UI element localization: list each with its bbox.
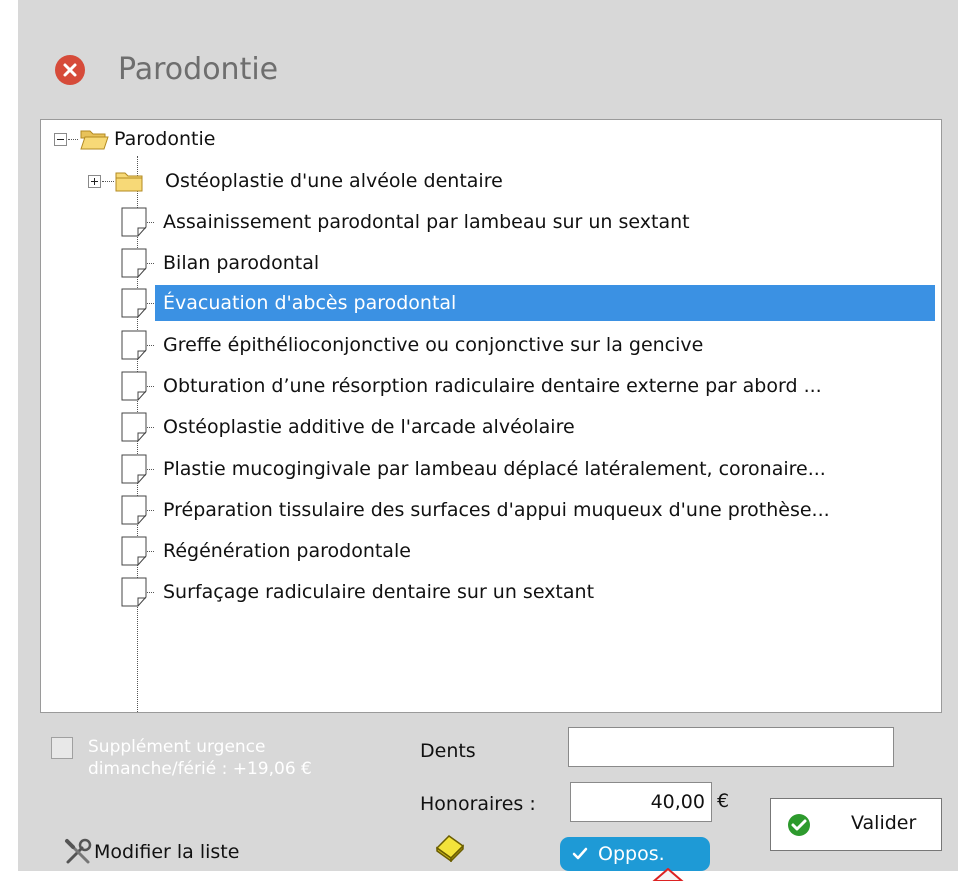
tree-item-folder[interactable]: Ostéoplastie d'une alvéole dentaire bbox=[41, 162, 939, 200]
urgence-label: Supplément urgence dimanche/férié : +19,… bbox=[88, 736, 388, 780]
expand-icon[interactable] bbox=[88, 175, 101, 188]
folder-icon bbox=[115, 172, 143, 192]
valider-button[interactable]: Valider bbox=[770, 798, 942, 851]
tree-item-label: Ostéoplastie d'une alvéole dentaire bbox=[165, 170, 503, 192]
document-icon bbox=[121, 248, 147, 278]
tree-item-label: Régénération parodontale bbox=[163, 540, 411, 562]
dents-input[interactable] bbox=[568, 727, 894, 767]
tree-item[interactable]: Greffe épithélioconjonctive ou conjoncti… bbox=[41, 326, 939, 364]
tree-item-label: Surfaçage radiculaire dentaire sur un se… bbox=[163, 581, 595, 603]
honoraires-input[interactable] bbox=[570, 782, 712, 822]
document-icon bbox=[121, 288, 147, 318]
tree-item[interactable]: Plastie mucogingivale par lambeau déplac… bbox=[41, 450, 939, 488]
document-icon bbox=[121, 495, 147, 525]
document-icon bbox=[121, 577, 147, 607]
tree-item[interactable]: Surfaçage radiculaire dentaire sur un se… bbox=[41, 573, 939, 611]
tree-item[interactable]: Régénération parodontale bbox=[41, 532, 939, 570]
collapse-icon[interactable] bbox=[54, 133, 67, 146]
tree-connector bbox=[68, 139, 78, 140]
check-icon bbox=[572, 847, 588, 860]
valider-label: Valider bbox=[851, 812, 917, 834]
document-icon bbox=[121, 207, 147, 237]
bottom-strip bbox=[0, 871, 958, 881]
document-icon bbox=[121, 412, 147, 442]
folder-open-icon bbox=[80, 130, 109, 150]
tree-item-label: Ostéoplastie additive de l'arcade alvéol… bbox=[163, 416, 575, 438]
document-icon bbox=[121, 454, 147, 484]
tree-item-label: Évacuation d'abcès parodontal bbox=[163, 292, 457, 314]
urgence-checkbox[interactable] bbox=[51, 737, 73, 759]
tree-item[interactable]: Préparation tissulaire des surfaces d'ap… bbox=[41, 491, 939, 529]
tree-root-row[interactable]: Parodontie bbox=[41, 120, 939, 158]
honoraires-label: Honoraires : bbox=[420, 793, 536, 815]
close-icon[interactable] bbox=[55, 55, 85, 85]
tree-item-label: Greffe épithélioconjonctive ou conjoncti… bbox=[163, 334, 704, 356]
tree-item[interactable]: Ostéoplastie additive de l'arcade alvéol… bbox=[41, 408, 939, 446]
tree-item[interactable]: Bilan parodontal bbox=[41, 244, 939, 282]
urgence-label-line1: Supplément urgence bbox=[88, 737, 266, 757]
tree-item[interactable]: Obturation d’une résorption radiculaire … bbox=[41, 367, 939, 405]
urgence-label-line2: dimanche/férié : +19,06 € bbox=[88, 759, 312, 779]
tree-root-label: Parodontie bbox=[114, 128, 216, 150]
currency-label: € bbox=[717, 790, 730, 812]
oppos-label: Oppos. bbox=[598, 843, 665, 865]
document-icon bbox=[121, 330, 147, 360]
tree-item-label: Assainissement parodontal par lambeau su… bbox=[163, 211, 690, 233]
tree-item-label: Bilan parodontal bbox=[163, 252, 320, 274]
tree-item-label: Obturation d’une résorption radiculaire … bbox=[163, 375, 822, 397]
tree-item-selected[interactable]: Évacuation d'abcès parodontal bbox=[41, 284, 939, 322]
document-icon bbox=[121, 536, 147, 566]
tree-view[interactable]: Parodontie Ostéoplastie d'une alvéole de… bbox=[40, 119, 942, 713]
cursor-icon bbox=[652, 868, 684, 881]
tools-icon bbox=[65, 838, 92, 864]
window-title: Parodontie bbox=[118, 52, 279, 87]
tree-item-label: Plastie mucogingivale par lambeau déplac… bbox=[163, 458, 826, 480]
check-icon bbox=[788, 814, 810, 836]
modifier-liste-button[interactable]: Modifier la liste bbox=[64, 838, 304, 868]
tree-item[interactable]: Assainissement parodontal par lambeau su… bbox=[41, 203, 939, 241]
eraser-icon[interactable] bbox=[433, 832, 467, 862]
oppos-button[interactable]: Oppos. bbox=[560, 837, 710, 871]
dents-label: Dents bbox=[420, 740, 476, 762]
tree-item-label: Préparation tissulaire des surfaces d'ap… bbox=[163, 499, 830, 521]
document-icon bbox=[121, 371, 147, 401]
modifier-liste-label: Modifier la liste bbox=[94, 841, 240, 863]
tree-connector bbox=[102, 181, 114, 182]
